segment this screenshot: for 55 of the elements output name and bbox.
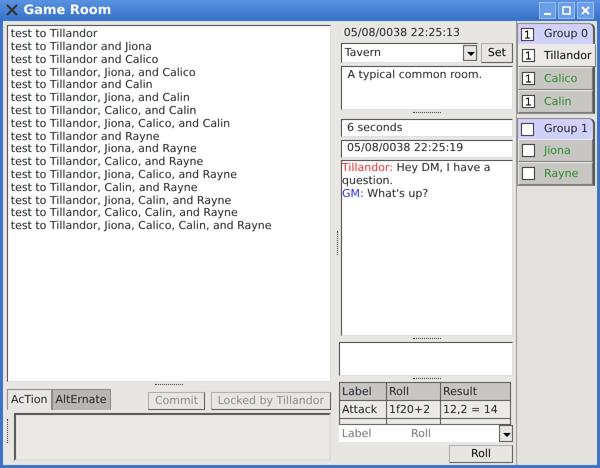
table-cell: 12,2 = 14 bbox=[440, 400, 510, 419]
column-header: Roll bbox=[386, 382, 441, 401]
log-line: test to Tillandor, Jiona, and Calico bbox=[10, 66, 197, 80]
log-line: test to Tillandor, Calin, and Rayne bbox=[10, 182, 198, 195]
log-line: test to Tillandor, Calico, and Calin bbox=[10, 105, 198, 118]
log-line: test to Tillandor, Jiona, Calico, and Rayne bbox=[10, 169, 238, 182]
log-line: test to Tillandor, Calico, and Rayne bbox=[10, 156, 204, 170]
chat-input-field[interactable] bbox=[339, 342, 513, 376]
room-description: A typical common room. bbox=[341, 66, 513, 110]
log-line: test to Tillandor, Jiona, Calico, and Calin bbox=[10, 118, 232, 131]
member-name: Jiona bbox=[544, 142, 571, 158]
checkbox-icon[interactable] bbox=[522, 167, 535, 180]
roll-expression-field[interactable]: Roll bbox=[409, 425, 499, 442]
tab[interactable]: AltErnate bbox=[52, 388, 110, 410]
roll-label-field[interactable]: Label bbox=[339, 425, 409, 442]
table-cell: Attack bbox=[340, 400, 387, 419]
member-name: Calico bbox=[544, 70, 578, 86]
maximize-icon[interactable] bbox=[562, 6, 571, 15]
log-line: test to Tillandor and Jiona bbox=[10, 41, 153, 54]
caret-icon bbox=[463, 45, 478, 62]
caret-icon[interactable] bbox=[499, 425, 513, 442]
tab[interactable]: AcTion bbox=[7, 388, 52, 410]
log-line: test to Tillandor, Jiona, Calin, and Rayne bbox=[10, 194, 232, 208]
checked-checkbox-icon[interactable] bbox=[522, 49, 535, 62]
log-line: test to Tillandor and Rayne bbox=[10, 130, 160, 144]
checkbox-icon[interactable] bbox=[522, 144, 535, 158]
log-line: test to Tillandor, Calico, Calin, and Rayne bbox=[10, 207, 239, 220]
location-dropdown[interactable]: Tavern bbox=[341, 43, 478, 64]
log-line: test to Tillandor and Calin bbox=[10, 79, 154, 92]
roll-button[interactable]: Roll bbox=[449, 445, 513, 463]
member-name: Rayne bbox=[544, 166, 578, 182]
chat-message: Tillandor: Hey DM, I have a question. bbox=[342, 161, 492, 188]
table-cell: 1f20+2 bbox=[386, 400, 441, 419]
member-name: Tillandor bbox=[544, 48, 592, 64]
log-line: test to Tillandor bbox=[10, 28, 98, 42]
member-row[interactable]: Tillandor bbox=[518, 44, 596, 68]
window-menu-icon[interactable] bbox=[6, 4, 18, 16]
log-line: test to Tillandor and Calico bbox=[10, 54, 160, 67]
checked-checkbox-icon[interactable] bbox=[522, 72, 535, 86]
log-line: test to Tillandor, Jiona, Calico, Calin, and Rayne bbox=[10, 220, 273, 233]
checked-checkbox-icon[interactable] bbox=[522, 95, 535, 108]
column-header: Label bbox=[340, 382, 387, 401]
set-button[interactable]: Set bbox=[480, 43, 513, 64]
close-icon[interactable] bbox=[581, 6, 590, 15]
checkbox-icon[interactable] bbox=[521, 122, 534, 136]
member-name: Calin bbox=[544, 94, 572, 110]
window-title: Game Room bbox=[24, 2, 112, 20]
room-timestamp: 05/08/0038 22:25:13 bbox=[342, 24, 462, 40]
chat-timestamp-field: 05/08/0038 22:25:19 bbox=[341, 140, 513, 158]
log-line: test to Tillandor, Jiona, and Rayne bbox=[10, 143, 198, 156]
chat-message: GM: What's up? bbox=[342, 187, 430, 200]
elapsed-time-field: 6 seconds bbox=[341, 118, 513, 137]
column-header: Result bbox=[440, 382, 510, 401]
checked-checkbox-icon[interactable] bbox=[521, 28, 534, 41]
log-line: test to Tillandor, Jiona, and Calin bbox=[10, 92, 191, 106]
